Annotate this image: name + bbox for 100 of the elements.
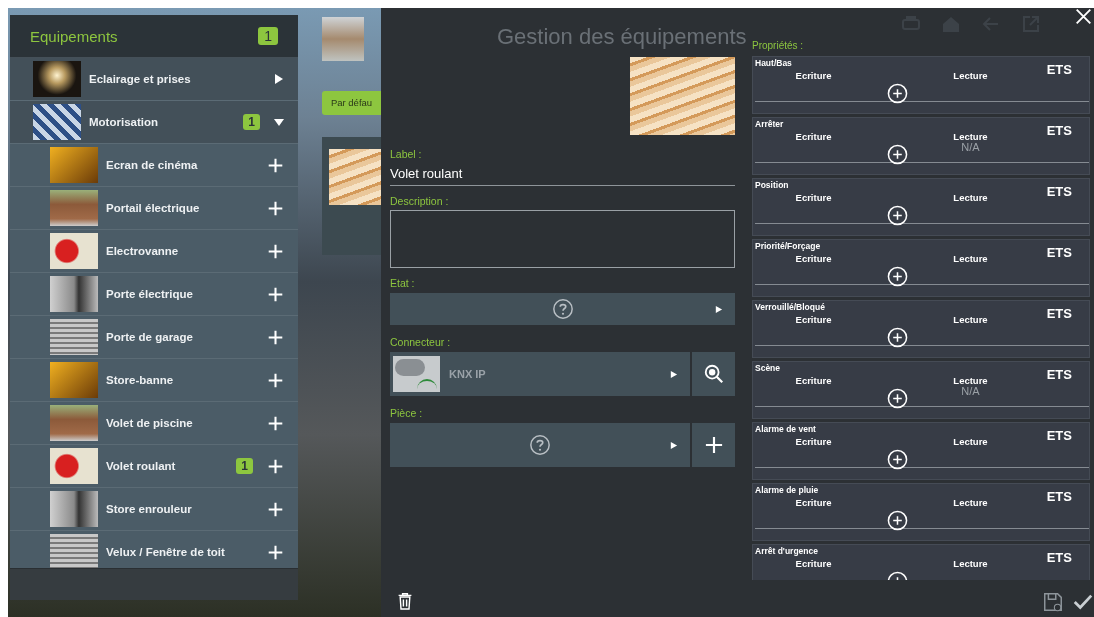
plus-icon[interactable] [267,457,284,475]
count-badge: 1 [236,458,253,474]
equipment-item[interactable]: Electrovanne [10,230,298,273]
photo-placeholder [50,319,98,355]
ets-label: ETS [1046,245,1072,260]
label-input[interactable]: Volet roulant [390,162,735,186]
photo-placeholder [33,104,81,140]
ets-label: ETS [1046,489,1072,504]
sidebar-title: Equipements [30,27,118,45]
property-name: Scène [755,363,781,373]
write-label: Ecriture [795,497,832,508]
field-label: Connecteur : [390,336,452,348]
read-value: N/A [961,142,980,153]
property-name: Priorité/Forçage [755,241,821,251]
property-name: Alarme de vent [755,424,816,434]
equipment-item[interactable]: Portail électrique [10,187,298,230]
equipment-item[interactable]: Porte de garage [10,316,298,359]
add-circle-icon[interactable] [886,327,908,348]
play-arrow-icon [669,440,678,450]
count-badge: 1 [258,27,278,45]
property-name: Arrêter [755,119,784,129]
write-label: Ecriture [795,436,832,447]
play-arrow-icon [714,304,723,314]
read-label: Lecture [953,497,988,508]
plus-icon[interactable] [267,500,284,518]
plus-icon[interactable] [267,328,284,346]
photo-placeholder [50,534,98,568]
add-circle-icon[interactable] [886,388,908,409]
question-icon [529,434,551,456]
read-label: Lecture [953,558,988,569]
equipment-item[interactable]: Velux / Fenêtre de toit [10,531,298,568]
section-title: Propriétés : [752,40,805,51]
scan-search-button[interactable] [692,352,735,396]
plus-icon[interactable] [267,414,284,432]
page-title: Gestion des équipements [497,24,747,50]
add-circle-icon[interactable] [886,144,908,165]
ets-label: ETS [1046,184,1072,199]
field-label: Pièce : [390,407,424,419]
photo-placeholder [50,491,98,527]
plus-icon[interactable] [267,156,284,174]
write-label: Ecriture [795,253,832,264]
property-name: Verrouillé/Bloqué [755,302,825,312]
plus-icon[interactable] [267,285,284,303]
trash-icon[interactable] [397,591,413,611]
property-name: Alarme de pluie [755,485,819,495]
save-icon[interactable] [1042,591,1064,613]
down-triangle-icon[interactable] [274,117,284,127]
right-triangle-icon[interactable] [274,74,284,84]
read-label: Lecture [953,314,988,325]
plus-icon [704,436,723,454]
equipment-item[interactable]: Volet de piscine [10,402,298,445]
plus-icon[interactable] [267,543,284,561]
plus-icon[interactable] [267,242,284,260]
equipment-item[interactable]: Volet roulant 1 [10,445,298,488]
photo-placeholder [50,190,98,226]
ets-label: ETS [1046,306,1072,321]
tab[interactable]: Par défau [322,91,381,115]
field-label: Label : [390,148,423,160]
photo-placeholder [50,276,98,312]
read-label: Lecture [953,375,988,386]
search-icon [702,363,725,385]
add-circle-icon[interactable] [886,266,908,287]
read-label: Lecture [953,253,988,264]
equipment-item[interactable]: Porte électrique [10,273,298,316]
description-field[interactable] [390,210,735,268]
category-item[interactable]: Eclairage et prises [10,58,298,101]
equipment-item[interactable]: Ecran de cinéma [10,144,298,187]
play-arrow-icon [669,369,678,379]
add-circle-icon[interactable] [886,510,908,531]
add-circle-icon[interactable] [886,83,908,104]
write-label: Ecriture [795,192,832,203]
ets-label: ETS [1046,62,1072,77]
ets-label: ETS [1046,550,1072,565]
add-circle-icon[interactable] [886,449,908,470]
close-icon[interactable] [1075,8,1092,25]
add-room-button[interactable] [692,423,735,467]
photo-placeholder [50,362,98,398]
connector-select[interactable]: KNX IP [390,352,690,396]
question-icon [551,298,574,320]
read-value: N/A [961,386,980,397]
equipment-item[interactable]: Store enrouleur [10,488,298,531]
plus-icon[interactable] [267,199,284,217]
equipment-item[interactable]: Store-banne [10,359,298,402]
ets-label: ETS [1046,123,1072,138]
count-badge: 1 [243,114,260,130]
category-item[interactable]: Motorisation 1 [10,101,298,144]
add-circle-icon[interactable] [886,205,908,226]
plus-icon[interactable] [267,371,284,389]
write-label: Ecriture [795,314,832,325]
knx-ip-logo-drawing [393,356,440,392]
write-label: Ecriture [795,375,832,386]
property-name: Arrêt d'urgence [755,546,818,556]
read-label: Lecture [953,131,988,142]
read-label: Lecture [953,192,988,203]
photo-placeholder [50,147,98,183]
write-label: Ecriture [795,558,832,569]
ets-label: ETS [1046,428,1072,443]
read-label: Lecture [953,436,988,447]
read-label: Lecture [953,70,988,81]
write-label: Ecriture [795,70,832,81]
